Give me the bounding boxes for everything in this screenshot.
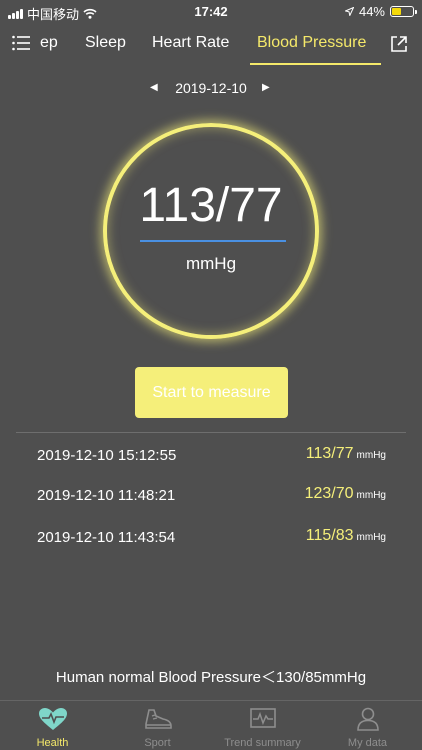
nav-health[interactable]: Health [0, 701, 105, 750]
battery-fill [392, 8, 401, 15]
battery-percent: 44% [358, 4, 385, 19]
record-reading: 113/77 [305, 445, 354, 462]
gauge-value: 113/77 [139, 179, 283, 232]
shoe-icon [145, 709, 172, 729]
tab-header: ep Sleep Heart Rate Blood Pressure [0, 26, 422, 66]
blood-pressure-screen: 中国移动 17:42 44% ep Sleep Heart Rate Blood… [0, 0, 422, 750]
nav-my-data[interactable]: My data [315, 701, 420, 750]
trend-icon [250, 708, 276, 728]
menu-icon[interactable] [12, 35, 30, 51]
tab-sleep[interactable]: Sleep [85, 34, 126, 52]
record-time: 2019-12-10 15:12:55 [37, 447, 177, 464]
record-row[interactable]: 2019-12-10 11:48:21 123/70 mmHg [0, 485, 422, 509]
tab-blood-pressure[interactable]: Blood Pressure [257, 34, 366, 52]
record-value: 115/83 mmHg [306, 527, 386, 545]
divider [16, 432, 406, 433]
status-bar: 中国移动 17:42 44% [0, 0, 422, 22]
record-reading: 123/70 [304, 485, 354, 502]
gauge-unit: mmHg [185, 254, 237, 273]
record-row[interactable]: 2019-12-10 11:43:54 115/83 mmHg [0, 527, 422, 551]
record-unit: mmHg [356, 490, 386, 501]
date-selector: ◀ 2019-12-10 ▶ [0, 80, 422, 100]
bottom-nav: Health Sport Trend summary My data [0, 700, 422, 750]
current-date: 2019-12-10 [175, 80, 247, 96]
tab-heart-rate[interactable]: Heart Rate [152, 34, 229, 52]
record-reading: 115/83 [305, 527, 354, 544]
status-right: 44% [344, 4, 417, 19]
location-icon [344, 7, 354, 16]
prev-date-button[interactable]: ◀ [150, 82, 158, 93]
record-time: 2019-12-10 11:43:54 [37, 529, 176, 546]
nav-label: Trend summary [224, 737, 301, 749]
heart-icon [39, 708, 67, 730]
nav-sport[interactable]: Sport [105, 701, 210, 750]
record-value: 123/70 mmHg [305, 485, 386, 503]
record-value: 113/77 mmHg [306, 445, 386, 463]
record-unit: mmHg [356, 450, 386, 461]
blood-pressure-gauge: 113/77 mmHg [103, 123, 319, 339]
gauge-divider [140, 240, 286, 242]
record-unit: mmHg [356, 532, 386, 543]
tab-bar: ep Sleep Heart Rate Blood Pressure [40, 26, 380, 66]
normal-range-info: Human normal Blood Pressure＜130/85mmHg [55, 669, 367, 686]
nav-label: My data [347, 737, 388, 749]
share-icon[interactable] [390, 35, 408, 53]
nav-label: Health [36, 737, 69, 749]
next-date-button[interactable]: ▶ [262, 82, 270, 93]
record-time: 2019-12-10 11:48:21 [37, 487, 176, 504]
nav-trend-summary[interactable]: Trend summary [210, 701, 315, 750]
battery-icon [390, 6, 417, 17]
start-measure-button[interactable]: Start to measure [135, 367, 288, 418]
nav-label: Sport [144, 737, 171, 749]
active-tab-indicator [250, 63, 381, 65]
record-row[interactable]: 2019-12-10 15:12:55 113/77 mmHg [0, 445, 422, 469]
person-icon [357, 707, 379, 731]
tab-sleep-partial[interactable]: ep [40, 34, 58, 52]
